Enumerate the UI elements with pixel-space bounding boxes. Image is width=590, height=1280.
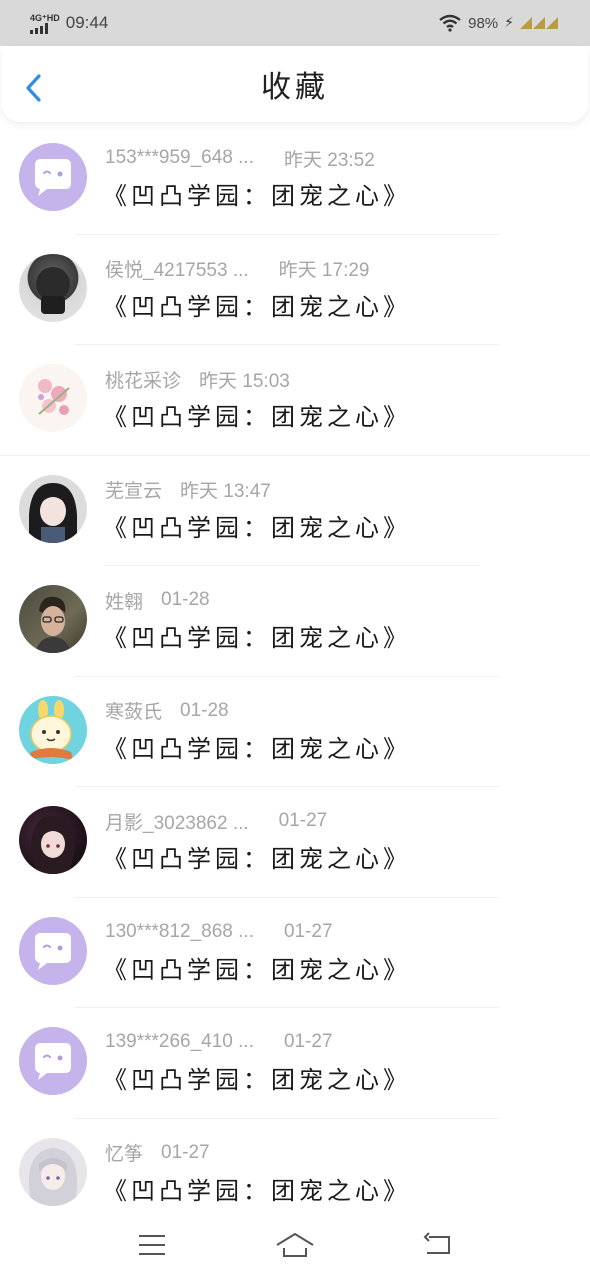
network-type: 4G⁺HD [30, 12, 60, 23]
favorites-list: 153***959_648 ... 昨天 23:52 《凹凸学园：团宠之心》 侯… [0, 124, 590, 1229]
user-name: 桃花采诊 [105, 370, 182, 392]
header: 收藏 [2, 46, 588, 122]
anime-dark-avatar [19, 806, 87, 874]
system-nav-bar [0, 1210, 590, 1280]
cartoon-bunny-avatar [19, 695, 87, 764]
back-button[interactable] [22, 72, 48, 104]
item-time: 01-27 [278, 810, 328, 831]
user-name: 芜宣云 [105, 481, 163, 502]
chat-bubble-icon [35, 1043, 71, 1080]
dark-portrait-avatar [19, 253, 87, 322]
home-icon [276, 1233, 314, 1257]
item-time: 01-27 [161, 1141, 210, 1163]
item-time: 昨天 23:52 [283, 149, 375, 171]
item-time: 01-27 [283, 920, 333, 942]
item-title: 《凹凸学园：团宠之心》 [103, 845, 411, 873]
battery-level: 98% [468, 14, 499, 32]
item-meta: 姓翱 01-28 [105, 588, 210, 613]
default-chat-avatar [19, 1027, 87, 1095]
status-time: 09:44 [65, 13, 109, 32]
item-meta: 月影_3023862 ... 01-27 [105, 809, 328, 834]
battery-icon [520, 17, 558, 29]
item-time: 01-28 [180, 699, 229, 721]
item-title: 《凹凸学园：团宠之心》 [103, 1066, 411, 1094]
user-name: 寒蔹氏 [105, 702, 163, 723]
item-time: 昨天 13:47 [180, 481, 271, 502]
user-name: 153***959_648 ... [105, 147, 254, 168]
list-item[interactable]: 侯悦_4217553 ... 昨天 17:29 《凹凸学园：团宠之心》 [0, 235, 590, 345]
list-item[interactable]: 寒蔹氏 01-28 《凹凸学园：团宠之心》 [0, 677, 590, 787]
item-time: 昨天 15:03 [199, 370, 290, 392]
list-item[interactable]: 130***812_868 ... 01-27 《凹凸学园：团宠之心》 [0, 898, 590, 1008]
item-meta: 139***266_410 ... 01-27 [105, 1030, 333, 1054]
user-name: 侯悦_4217553 ... [105, 260, 249, 281]
list-item[interactable]: 139***266_410 ... 01-27 《凹凸学园：团宠之心》 [0, 1008, 590, 1119]
back-nav-button[interactable] [416, 1223, 460, 1267]
man-photo-avatar [19, 585, 87, 653]
item-meta: 侯悦_4217553 ... 昨天 17:29 [105, 257, 369, 281]
menu-button[interactable] [130, 1223, 174, 1267]
chat-bubble-icon [35, 932, 71, 970]
return-icon [423, 1232, 451, 1254]
user-name: 139***266_410 ... [105, 1031, 254, 1052]
item-title: 《凹凸学园：团宠之心》 [103, 955, 411, 984]
item-title: 《凹凸学园：团宠之心》 [103, 292, 411, 321]
list-item[interactable]: 姓翱 01-28 《凹凸学园：团宠之心》 [0, 566, 590, 677]
list-item[interactable]: 芜宣云 昨天 13:47 《凹凸学园：团宠之心》 [0, 456, 590, 566]
item-time: 01-28 [161, 589, 210, 610]
user-name: 130***812_868 ... [105, 920, 254, 942]
default-chat-avatar [19, 143, 87, 211]
charging-icon: ⚡ [504, 15, 514, 31]
home-button[interactable] [273, 1223, 317, 1267]
anime-white-hair-avatar [19, 1137, 87, 1206]
item-title: 《凹凸学园：团宠之心》 [103, 513, 411, 542]
user-name: 姓翱 [105, 591, 144, 613]
item-title: 《凹凸学园：团宠之心》 [103, 624, 411, 652]
status-bar: 4G⁺HD 09:44 98% ⚡ [0, 0, 590, 46]
page-title: 收藏 [261, 70, 329, 105]
item-meta: 芜宣云 昨天 13:47 [105, 478, 271, 502]
item-title: 《凹凸学园：团宠之心》 [103, 403, 411, 431]
item-meta: 寒蔹氏 01-28 [105, 699, 229, 724]
item-title: 《凹凸学园：团宠之心》 [103, 182, 411, 210]
anime-girl-avatar [19, 474, 87, 543]
item-meta: 桃花采诊 昨天 15:03 [105, 367, 290, 392]
list-item[interactable]: 桃花采诊 昨天 15:03 《凹凸学园：团宠之心》 [0, 345, 590, 456]
user-name: 月影_3023862 ... [105, 812, 249, 834]
item-title: 《凹凸学园：团宠之心》 [103, 1176, 411, 1205]
list-item[interactable]: 月影_3023862 ... 01-27 《凹凸学园：团宠之心》 [0, 787, 590, 898]
menu-icon [138, 1235, 165, 1255]
user-name: 忆筝 [105, 1144, 144, 1165]
item-meta: 130***812_868 ... 01-27 [105, 920, 333, 944]
list-item[interactable]: 153***959_648 ... 昨天 23:52 《凹凸学园：团宠之心》 [0, 124, 590, 235]
signal-icon [30, 22, 48, 34]
flower-avatar [19, 364, 87, 432]
status-right: 98% ⚡ [438, 0, 558, 46]
item-meta: 忆筝 01-27 [105, 1141, 210, 1166]
chevron-left-icon [26, 74, 41, 102]
item-title: 《凹凸学园：团宠之心》 [103, 734, 411, 763]
item-meta: 153***959_648 ... 昨天 23:52 [105, 146, 375, 171]
network-indicator: 4G⁺HD [30, 13, 60, 34]
chat-bubble-icon [35, 159, 71, 196]
default-chat-avatar [19, 916, 87, 985]
wifi-icon [439, 14, 461, 32]
item-time: 01-27 [283, 1031, 333, 1052]
item-time: 昨天 17:29 [278, 260, 370, 281]
